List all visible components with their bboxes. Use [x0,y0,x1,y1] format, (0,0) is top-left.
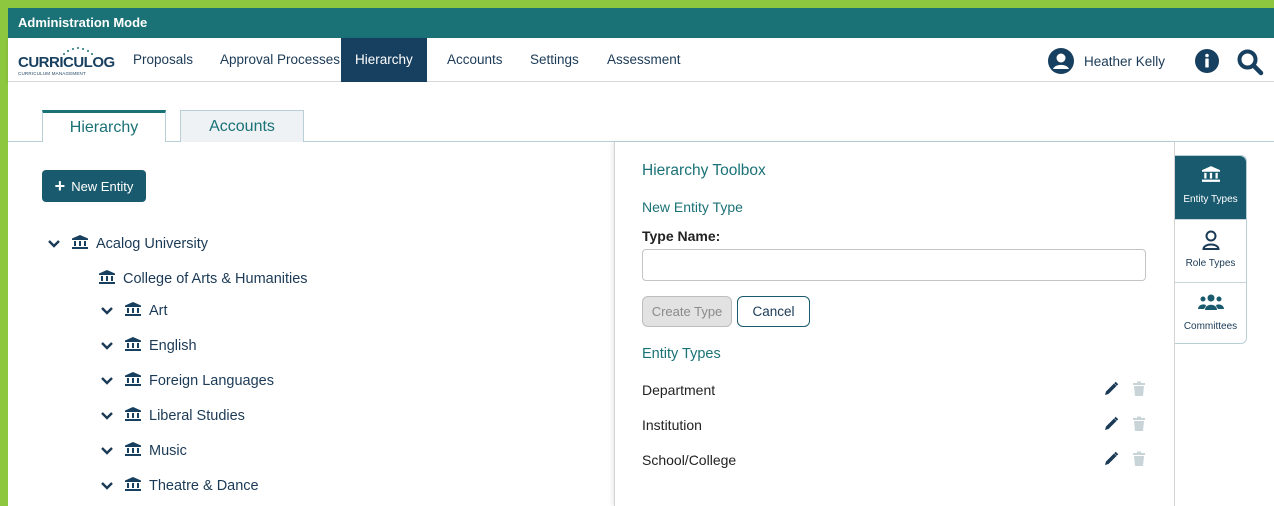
tree-node[interactable]: Theatre & Dance [101,475,259,497]
logo-subtext: CURRICULUM MANAGEMENT [18,71,86,76]
nav-item-assessment[interactable]: Assessment [593,38,695,82]
pencil-icon[interactable] [1103,451,1119,467]
entity-types-heading: Entity Types [642,346,721,362]
type-name-label: Type Name: [642,228,721,244]
chevron-down-icon[interactable] [101,443,115,459]
tree-node-label: Liberal Studies [149,408,245,424]
plus-icon: + [54,176,66,196]
chevron-down-icon[interactable] [101,373,115,389]
side-tab-label: Committees [1183,321,1238,332]
tree-node[interactable]: Art [101,300,168,322]
admin-mode-bar: Administration Mode [8,8,1274,38]
curriculog-logo[interactable]: CURRICULOG CURRICULUM MANAGEMENT [18,46,115,76]
tree-node-label: Foreign Languages [149,373,274,389]
entity-type-row: School/College [642,449,1152,471]
building-icon [1201,166,1220,182]
chevron-down-icon[interactable] [101,478,115,494]
create-type-button[interactable]: Create Type [642,296,732,327]
tree-node[interactable]: English [101,335,197,357]
building-icon [125,337,141,355]
side-tab-label: Entity Types [1183,194,1238,205]
hierarchy-tree-panel: + New Entity Acalog University College o… [8,142,614,506]
nav-item-approval-processes[interactable]: Approval Processes [206,38,354,82]
user-menu[interactable]: Heather Kelly [1048,48,1165,74]
tree-node-label: Music [149,443,187,459]
tab-hierarchy[interactable]: Hierarchy [42,110,166,143]
pencil-icon[interactable] [1103,381,1119,397]
chevron-down-icon[interactable] [48,236,62,252]
tree-node[interactable]: Liberal Studies [101,405,245,427]
entity-type-name: School/College [642,452,737,468]
tab-accounts[interactable]: Accounts [180,110,304,142]
entity-type-name: Department [642,382,716,398]
tree-node[interactable]: Acalog University [48,233,208,255]
group-icon [1197,294,1224,310]
chevron-down-icon[interactable] [101,408,115,424]
info-icon[interactable] [1195,49,1219,73]
type-name-input[interactable] [642,249,1146,281]
building-icon [125,302,141,320]
nav-item-accounts[interactable]: Accounts [433,38,517,82]
tree-node-label: English [149,338,197,354]
building-icon [125,442,141,460]
person-icon [1201,230,1220,250]
nav-item-proposals[interactable]: Proposals [119,38,207,82]
tree-node[interactable]: Music [101,440,187,462]
building-icon [125,407,141,425]
building-icon [125,372,141,390]
logo-text: CURRICULOG [18,54,115,71]
tree-node[interactable]: College of Arts & Humanities [99,268,308,290]
toolbox-title: Hierarchy Toolbox [642,162,766,179]
toolbox-side-tabs: Entity Types Role Types Committees [1175,155,1247,344]
new-entity-label: New Entity [71,178,134,194]
page-frame-left [0,8,8,506]
trash-icon[interactable] [1132,451,1146,467]
admin-mode-title: Administration Mode [18,15,148,30]
user-name: Heather Kelly [1084,53,1166,69]
chevron-down-icon[interactable] [101,303,115,319]
entity-type-name: Institution [642,417,702,433]
tree-node-label: Art [149,303,168,319]
page-tabs: Hierarchy Accounts [8,82,1274,143]
main-navbar: CURRICULOG CURRICULUM MANAGEMENT Proposa… [8,38,1274,82]
entity-type-row: Institution [642,414,1152,436]
chevron-down-icon[interactable] [101,338,115,354]
tree-node-label: College of Arts & Humanities [123,271,308,287]
nav-item-settings[interactable]: Settings [516,38,593,82]
new-entity-type-heading: New Entity Type [642,199,743,215]
pencil-icon[interactable] [1103,416,1119,432]
trash-icon[interactable] [1132,381,1146,397]
tree-node-label: Theatre & Dance [149,478,259,494]
cancel-button[interactable]: Cancel [737,296,810,327]
tree-node[interactable]: Foreign Languages [101,370,274,392]
tree-node-label: Acalog University [96,236,209,252]
user-avatar-icon [1048,48,1074,74]
side-tab-role-types[interactable]: Role Types [1175,220,1246,283]
building-icon [72,235,88,253]
nav-item-hierarchy[interactable]: Hierarchy [341,38,427,82]
hierarchy-toolbox: Hierarchy Toolbox New Entity Type Type N… [614,142,1175,506]
trash-icon[interactable] [1132,416,1146,432]
page-frame-top [0,0,1274,8]
building-icon [125,477,141,495]
side-tab-label: Role Types [1185,258,1236,269]
new-entity-button[interactable]: + New Entity [42,170,146,202]
search-icon[interactable] [1236,48,1264,76]
entity-type-row: Department [642,379,1152,401]
side-tab-entity-types[interactable]: Entity Types [1175,156,1246,219]
building-icon [99,270,115,288]
side-tab-committees[interactable]: Committees [1175,283,1246,346]
